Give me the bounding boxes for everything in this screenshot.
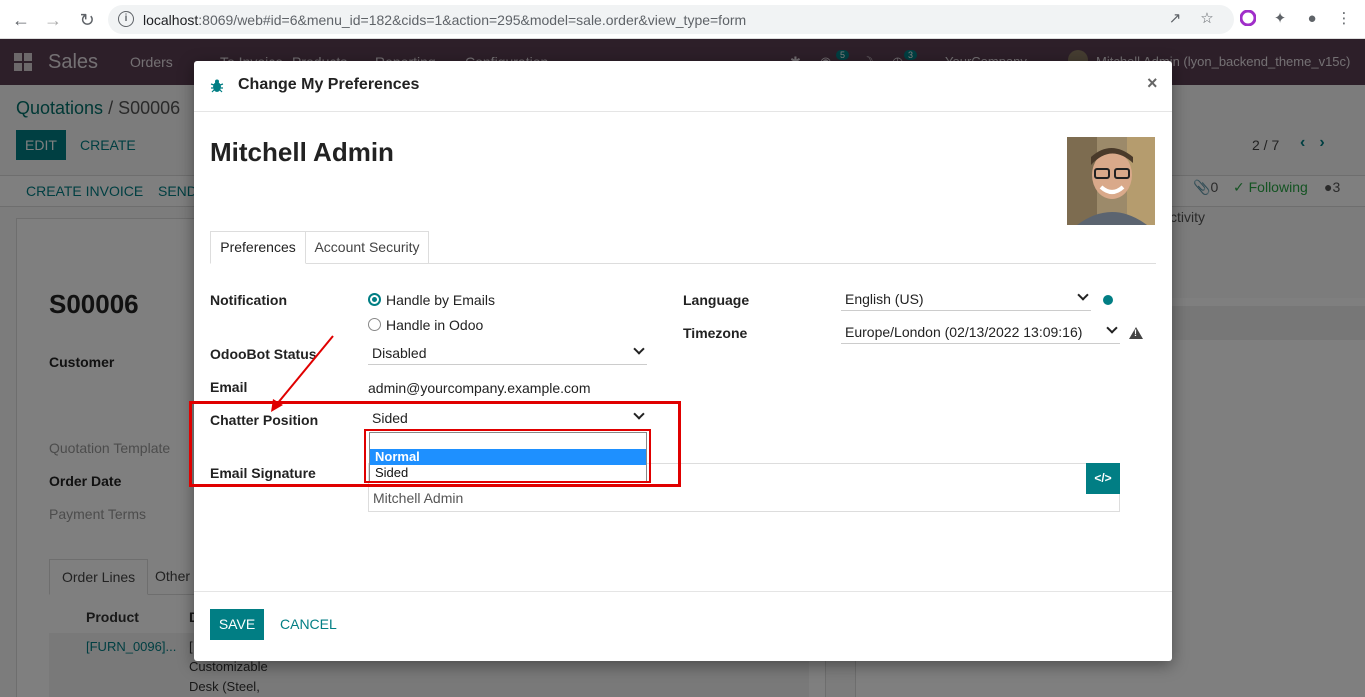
- profile-icon[interactable]: ●: [1303, 10, 1321, 28]
- notification-label: Notification: [210, 292, 287, 308]
- cancel-button[interactable]: CANCEL: [280, 616, 337, 632]
- radio-handle-in-odoo[interactable]: [368, 318, 381, 331]
- browser-menu-icon[interactable]: ⋮: [1335, 10, 1353, 28]
- extension-color-icon[interactable]: [1239, 9, 1257, 28]
- timezone-select[interactable]: Europe/London (02/13/2022 13:09:16): [841, 322, 1120, 344]
- site-info-icon[interactable]: i: [118, 11, 134, 27]
- email-value: admin@yourcompany.example.com: [368, 380, 591, 396]
- extensions-puzzle-icon[interactable]: ✦: [1271, 10, 1289, 28]
- address-bar[interactable]: i localhost:8069/web#id=6&menu_id=182&ci…: [108, 5, 1234, 34]
- language-select[interactable]: English (US): [841, 289, 1091, 311]
- bug-icon: [210, 79, 224, 93]
- preferences-dialog: Change My Preferences × Mitchell Admin P…: [194, 61, 1172, 661]
- dialog-footer: SAVE CANCEL: [194, 591, 1172, 661]
- option-handle-in-odoo[interactable]: Handle in Odoo: [386, 317, 483, 333]
- forward-icon[interactable]: →: [42, 9, 64, 31]
- tab-account-security[interactable]: Account Security: [306, 231, 429, 264]
- tab-preferences[interactable]: Preferences: [210, 231, 306, 264]
- close-icon[interactable]: ×: [1147, 73, 1158, 94]
- chevron-down-icon: [1077, 289, 1089, 301]
- globe-icon[interactable]: [1103, 295, 1113, 305]
- timezone-label: Timezone: [683, 325, 748, 341]
- browser-toolbar: ← → ↻ i localhost:8069/web#id=6&menu_id=…: [0, 0, 1365, 39]
- option-handle-by-emails[interactable]: Handle by Emails: [386, 292, 495, 308]
- warning-icon: [1129, 327, 1143, 339]
- bookmark-star-icon[interactable]: ☆: [1198, 10, 1216, 28]
- dialog-header: Change My Preferences ×: [194, 61, 1172, 112]
- save-button[interactable]: SAVE: [210, 609, 264, 640]
- highlight-box-inner: [364, 429, 651, 483]
- user-name: Mitchell Admin: [210, 137, 394, 167]
- code-view-button[interactable]: </>: [1086, 463, 1120, 494]
- email-label: Email: [210, 379, 248, 395]
- reload-icon[interactable]: ↻: [76, 9, 98, 31]
- odoobot-status-select[interactable]: Disabled: [368, 343, 647, 365]
- signature-text[interactable]: Mitchell Admin: [373, 490, 463, 506]
- preferences-tabs: Preferences Account Security: [210, 231, 1156, 264]
- radio-handle-by-emails[interactable]: [368, 293, 381, 306]
- user-photo[interactable]: [1067, 137, 1155, 225]
- chevron-down-icon: [1106, 322, 1118, 334]
- dialog-title: Change My Preferences: [238, 76, 420, 93]
- language-label: Language: [683, 292, 750, 308]
- url-text: localhost:8069/web#id=6&menu_id=182&cids…: [143, 12, 747, 28]
- chevron-down-icon: [633, 343, 645, 355]
- back-icon[interactable]: ←: [10, 9, 32, 31]
- odoobot-status-label: OdooBot Status: [210, 346, 317, 362]
- share-icon[interactable]: ↗: [1166, 10, 1184, 28]
